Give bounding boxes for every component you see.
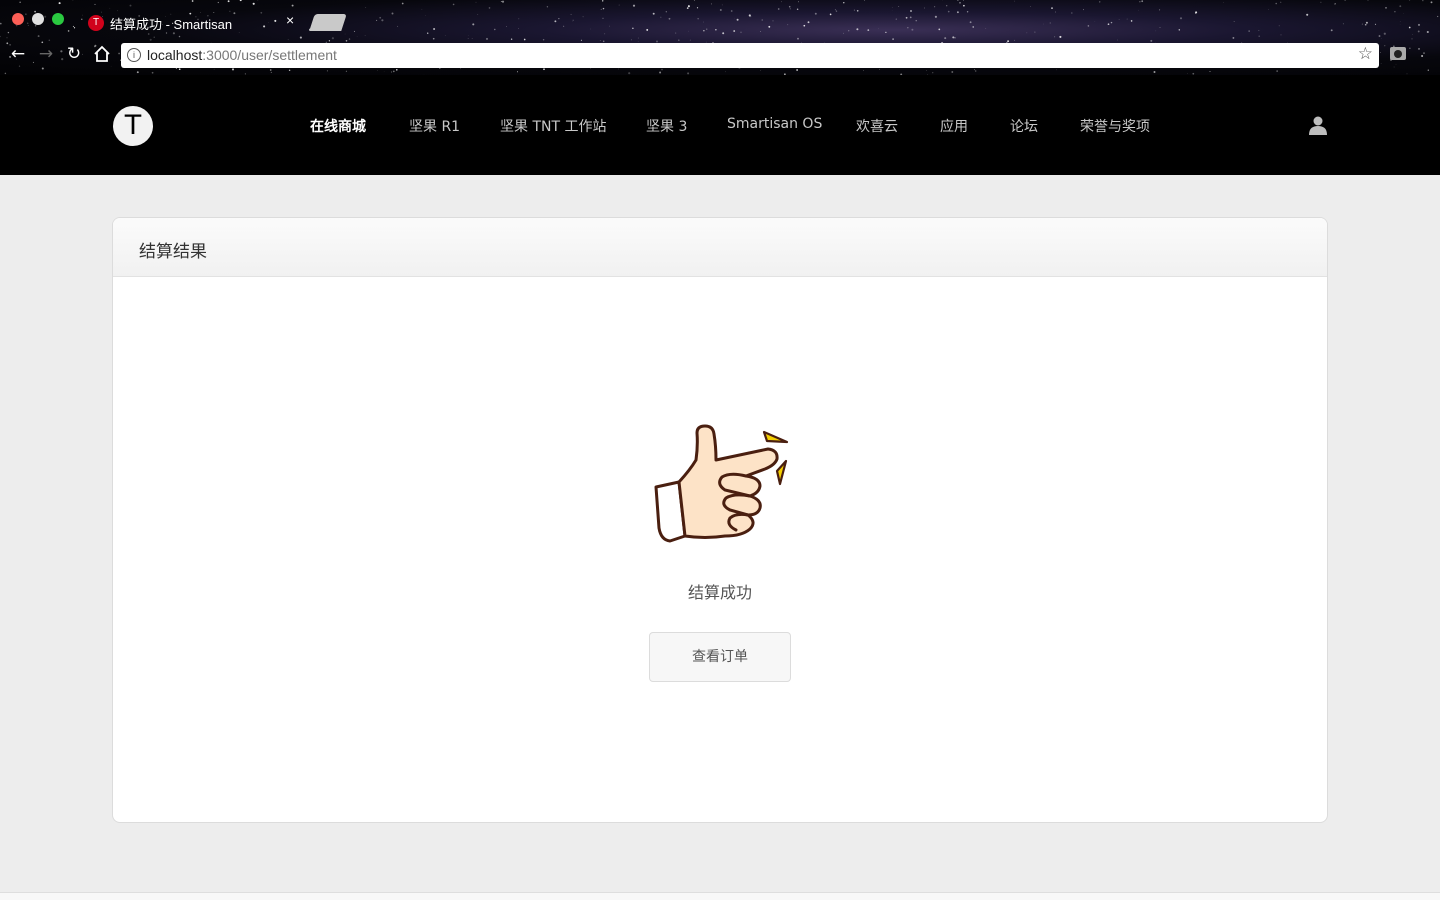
forward-arrow-icon[interactable]: → bbox=[36, 44, 56, 64]
nav-item-online-store[interactable]: 在线商城 bbox=[310, 116, 366, 136]
url-path: :3000/user/settlement bbox=[202, 47, 337, 63]
nav-item-r1[interactable]: 坚果 R1 bbox=[409, 116, 460, 136]
browser-tab[interactable]: T 结算成功 - Smartisan × bbox=[78, 6, 306, 36]
nav-item-honors[interactable]: 荣誉与奖项 bbox=[1080, 116, 1150, 136]
snapping-hand-icon bbox=[654, 424, 789, 543]
smartisan-logo[interactable]: T bbox=[113, 106, 153, 146]
site-header: T 在线商城 坚果 R1 坚果 TNT 工作站 坚果 3 Smartisan O… bbox=[0, 75, 1440, 175]
nav-item-apps[interactable]: 应用 bbox=[940, 116, 968, 136]
nav-item-forum[interactable]: 论坛 bbox=[1010, 116, 1038, 136]
nav-item-nut3[interactable]: 坚果 3 bbox=[646, 116, 687, 136]
reload-icon[interactable]: ↻ bbox=[64, 44, 84, 64]
nav-item-smartisan-os[interactable]: Smartisan OS bbox=[727, 116, 822, 132]
window-minimize-button[interactable] bbox=[32, 13, 44, 25]
footer-strip bbox=[0, 893, 1440, 900]
user-icon[interactable] bbox=[1308, 115, 1328, 135]
panel-header: 结算结果 bbox=[113, 218, 1327, 277]
settlement-panel: 结算结果 结算成功 查看订单 bbox=[112, 217, 1328, 823]
back-arrow-icon[interactable]: ← bbox=[8, 44, 28, 64]
bookmark-star-icon[interactable]: ☆ bbox=[1358, 44, 1373, 64]
new-tab-button[interactable] bbox=[309, 14, 347, 31]
url-text: localhost:3000/user/settlement bbox=[147, 47, 337, 63]
tab-title: 结算成功 - Smartisan bbox=[110, 17, 233, 32]
panel-title: 结算结果 bbox=[139, 242, 207, 262]
camera-icon[interactable] bbox=[1390, 47, 1406, 60]
window-maximize-button[interactable] bbox=[52, 13, 64, 25]
view-orders-button[interactable]: 查看订单 bbox=[649, 632, 791, 682]
tab-favicon-icon: T bbox=[88, 15, 104, 31]
nav-item-cloud[interactable]: 欢喜云 bbox=[856, 116, 898, 136]
address-bar[interactable]: i localhost:3000/user/settlement ☆ bbox=[121, 43, 1379, 68]
info-icon[interactable]: i bbox=[127, 48, 141, 62]
tab-close-icon[interactable]: × bbox=[286, 12, 294, 28]
home-icon[interactable] bbox=[92, 44, 112, 64]
window-close-button[interactable] bbox=[12, 13, 24, 25]
result-message: 结算成功 bbox=[687, 583, 752, 602]
browser-chrome: T 结算成功 - Smartisan × ← → ↻ i localhost:3… bbox=[0, 0, 1440, 75]
nav-item-tnt[interactable]: 坚果 TNT 工作站 bbox=[500, 116, 606, 136]
url-host: localhost bbox=[147, 47, 203, 63]
